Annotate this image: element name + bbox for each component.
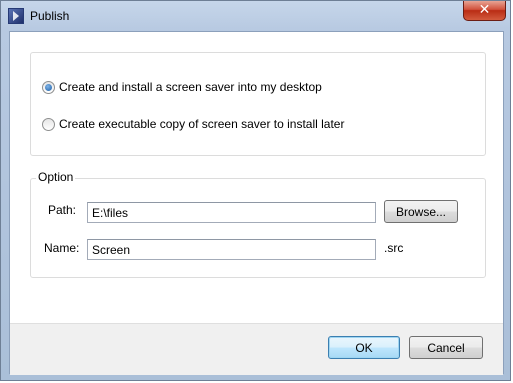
cancel-button[interactable]: Cancel (409, 336, 483, 359)
publish-app-icon (8, 8, 24, 24)
ok-button[interactable]: OK (328, 336, 400, 359)
option-install-radio[interactable] (42, 80, 55, 94)
option-executable-label[interactable]: Create executable copy of screen saver t… (59, 117, 344, 131)
path-label: Path: (48, 203, 77, 217)
publish-dialog: Publish ✕ Create and install a screen sa… (0, 0, 511, 381)
name-label: Name: (44, 241, 80, 255)
name-extension: .src (384, 241, 404, 255)
name-input[interactable]: Screen (87, 239, 376, 260)
option-group: Option Path: E:\files Browse... Name: Sc… (30, 170, 486, 278)
option-install-label[interactable]: Create and install a screen saver into m… (59, 80, 322, 94)
option-group-legend: Option (36, 170, 76, 184)
path-input[interactable]: E:\files (87, 202, 376, 223)
browse-button[interactable]: Browse... (384, 200, 458, 223)
option-executable-radio[interactable] (42, 117, 55, 131)
dialog-content: Create and install a screen saver into m… (9, 31, 504, 375)
close-button[interactable]: ✕ (463, 1, 506, 21)
publish-mode-group: Create and install a screen saver into m… (30, 52, 486, 156)
title-bar[interactable]: Publish ✕ (1, 1, 512, 31)
window-title: Publish (30, 9, 70, 23)
option-install-row[interactable]: Create and install a screen saver into m… (42, 80, 322, 94)
option-executable-row[interactable]: Create executable copy of screen saver t… (42, 117, 344, 131)
close-icon: ✕ (478, 2, 491, 18)
dialog-footer: OK Cancel (10, 323, 503, 375)
